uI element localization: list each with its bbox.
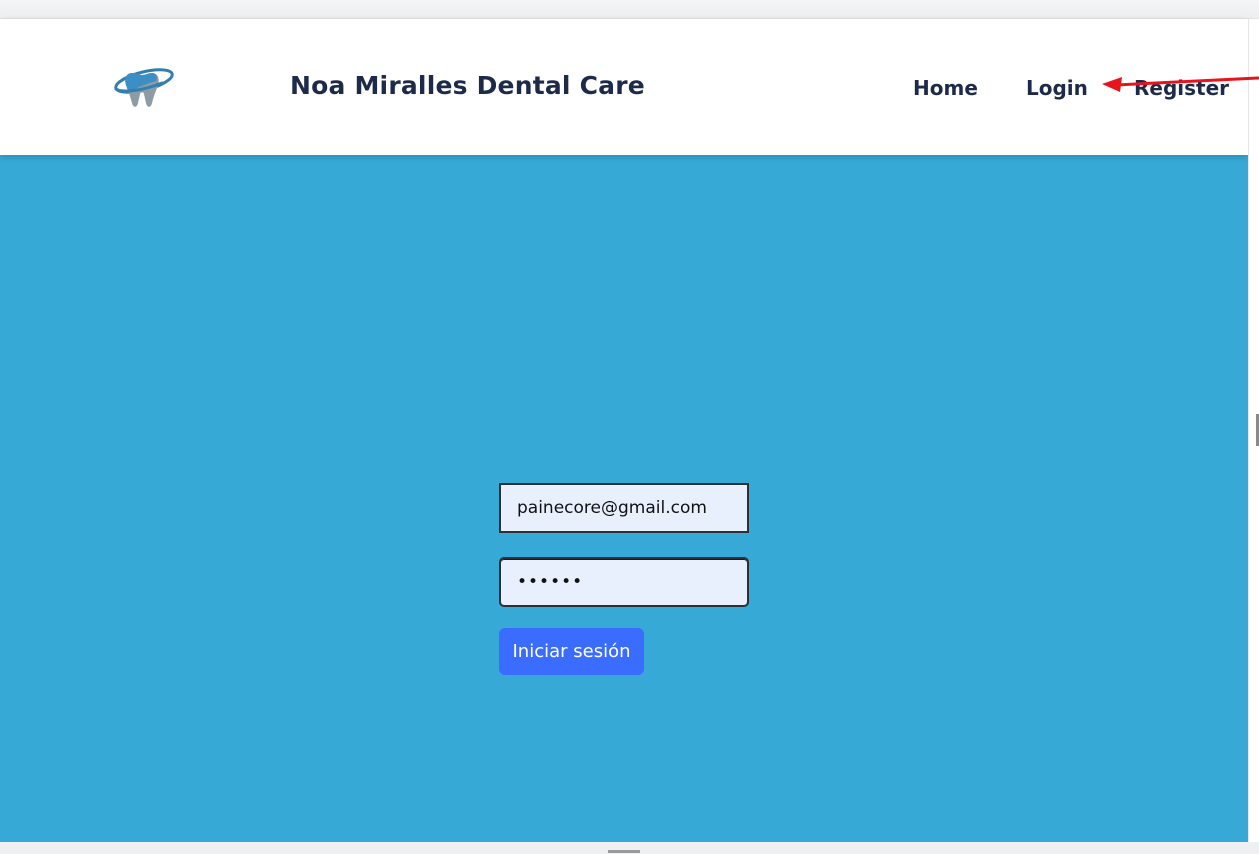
red-arrow-pointer-icon <box>1102 76 1259 92</box>
password-field[interactable] <box>499 557 749 607</box>
tooth-with-orbit-icon[interactable] <box>112 63 176 113</box>
email-field[interactable] <box>499 483 749 533</box>
login-submit-button[interactable]: Iniciar sesión <box>499 628 644 675</box>
browser-top-strip <box>0 0 1259 19</box>
site-title: Noa Miralles Dental Care <box>290 71 645 100</box>
browser-viewport: Noa Miralles Dental Care Home Login Regi… <box>0 0 1259 854</box>
nav-link-home[interactable]: Home <box>913 76 978 100</box>
nav-link-login[interactable]: Login <box>1026 76 1088 100</box>
page-body: Noa Miralles Dental Care Home Login Regi… <box>0 19 1248 842</box>
navbar: Noa Miralles Dental Care Home Login Regi… <box>0 19 1248 155</box>
resize-handle[interactable] <box>608 850 640 853</box>
